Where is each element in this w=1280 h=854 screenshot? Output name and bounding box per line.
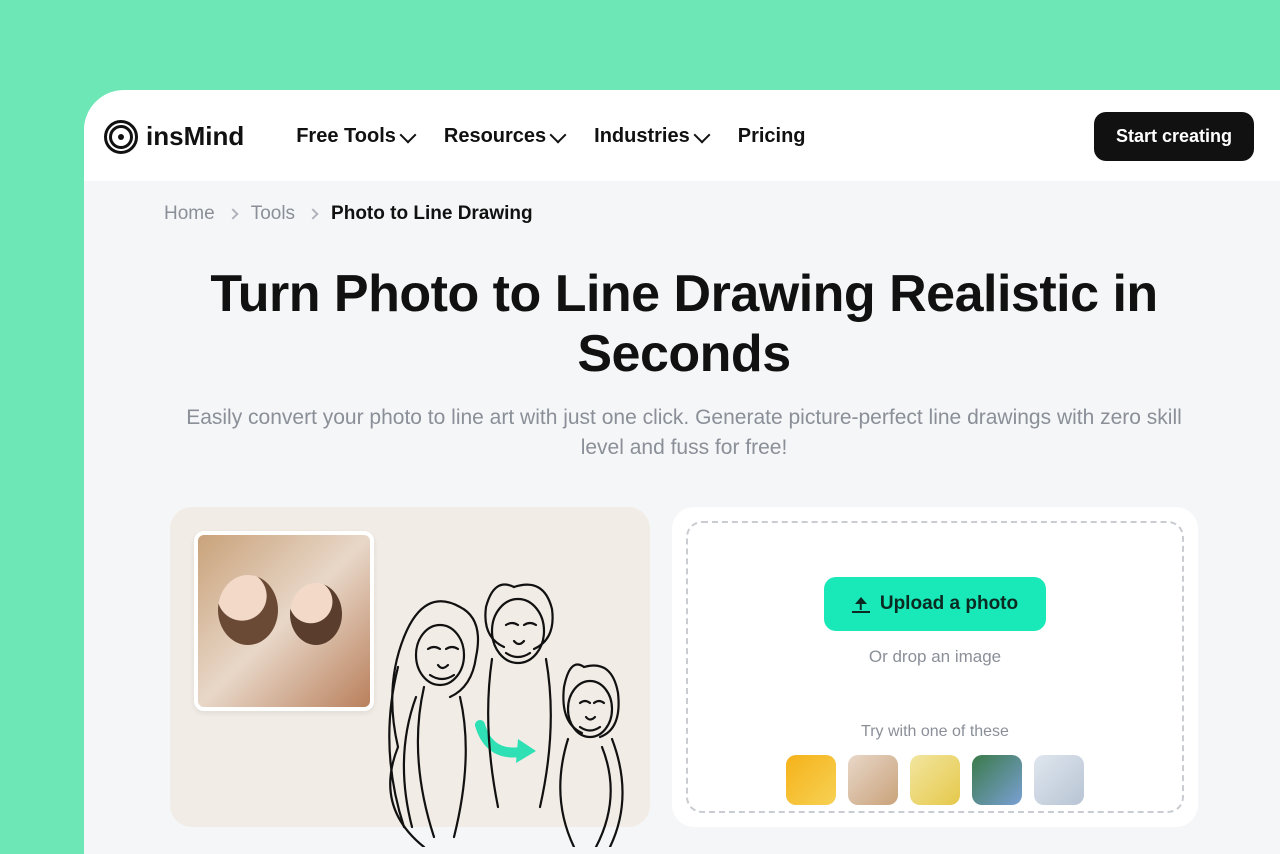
nav-free-tools[interactable]: Free Tools xyxy=(296,125,414,148)
chevron-right-icon xyxy=(227,208,238,219)
brand-name: insMind xyxy=(146,121,244,152)
preview-panel xyxy=(170,507,650,827)
sample-row xyxy=(786,755,1084,805)
sample-thumb-1[interactable] xyxy=(786,755,836,805)
main-content: Home Tools Photo to Line Drawing Turn Ph… xyxy=(84,181,1280,827)
brand-logo[interactable]: insMind xyxy=(104,120,244,154)
chevron-down-icon xyxy=(693,126,710,143)
breadcrumb: Home Tools Photo to Line Drawing xyxy=(164,203,1204,225)
app-window: insMind Free Tools Resources Industries … xyxy=(84,90,1280,854)
page-subtitle: Easily convert your photo to line art wi… xyxy=(164,403,1204,464)
upload-button-label: Upload a photo xyxy=(880,593,1018,615)
upload-icon xyxy=(852,595,870,613)
chevron-down-icon xyxy=(399,126,416,143)
sample-thumb-3[interactable] xyxy=(910,755,960,805)
nav-resources[interactable]: Resources xyxy=(444,125,564,148)
breadcrumb-tools[interactable]: Tools xyxy=(251,203,295,225)
line-drawing-output xyxy=(364,547,664,847)
nav-label: Industries xyxy=(594,125,690,148)
upload-photo-button[interactable]: Upload a photo xyxy=(824,577,1046,631)
nav-label: Pricing xyxy=(738,125,806,148)
sample-thumb-2[interactable] xyxy=(848,755,898,805)
page-background: insMind Free Tools Resources Industries … xyxy=(0,0,1280,854)
nav-pricing[interactable]: Pricing xyxy=(738,125,806,148)
sample-thumb-5[interactable] xyxy=(1034,755,1084,805)
input-photo-thumbnail xyxy=(194,531,374,711)
page-title: Turn Photo to Line Drawing Realistic in … xyxy=(194,265,1174,385)
nav-label: Resources xyxy=(444,125,546,148)
breadcrumb-current: Photo to Line Drawing xyxy=(331,203,533,225)
logo-icon xyxy=(104,120,138,154)
start-creating-button[interactable]: Start creating xyxy=(1094,112,1254,161)
sample-thumb-4[interactable] xyxy=(972,755,1022,805)
drop-hint: Or drop an image xyxy=(869,647,1001,667)
nav-label: Free Tools xyxy=(296,125,396,148)
hero-panels: Upload a photo Or drop an image Try with… xyxy=(164,507,1204,827)
chevron-down-icon xyxy=(550,126,567,143)
site-header: insMind Free Tools Resources Industries … xyxy=(84,90,1280,181)
primary-nav: Free Tools Resources Industries Pricing xyxy=(296,125,805,148)
try-samples-label: Try with one of these xyxy=(861,723,1009,741)
breadcrumb-home[interactable]: Home xyxy=(164,203,215,225)
upload-panel: Upload a photo Or drop an image Try with… xyxy=(672,507,1198,827)
chevron-right-icon xyxy=(307,208,318,219)
dropzone[interactable]: Upload a photo Or drop an image Try with… xyxy=(686,521,1184,813)
nav-industries[interactable]: Industries xyxy=(594,125,708,148)
